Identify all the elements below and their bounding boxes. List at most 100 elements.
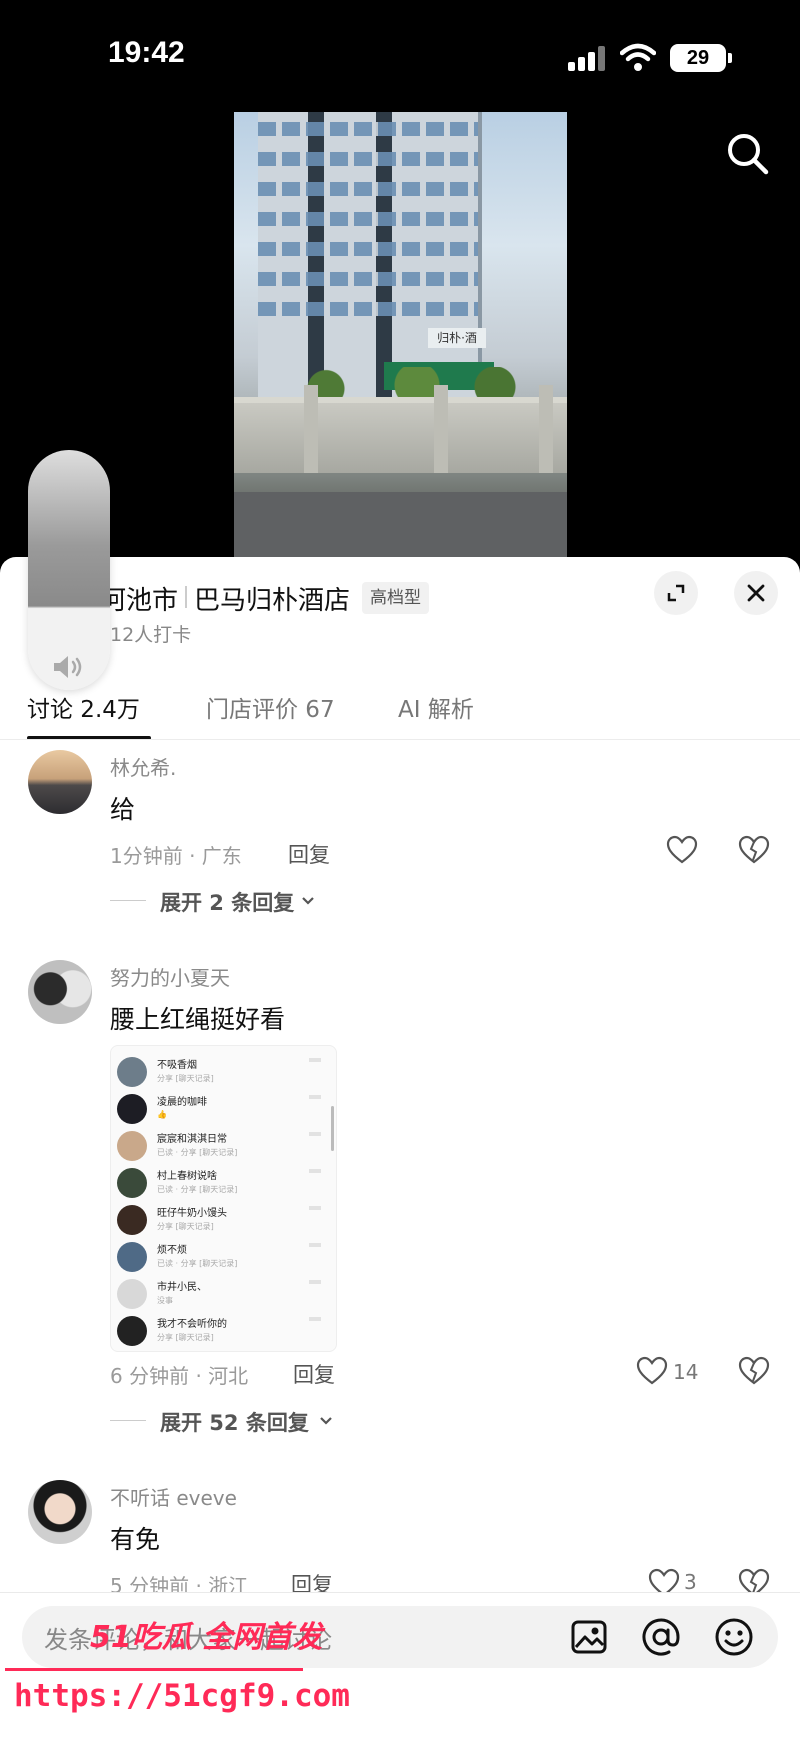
tab-discussion[interactable]: 讨论 2.4万	[27, 690, 140, 724]
screenshot-avatar	[117, 1131, 147, 1161]
avatar[interactable]	[28, 750, 92, 814]
close-button[interactable]	[734, 571, 778, 615]
hotel-grade-badge: 高档型	[362, 582, 429, 614]
screenshot-time	[309, 1280, 321, 1284]
screenshot-avatar	[117, 1205, 147, 1235]
emoji-icon[interactable]	[714, 1617, 754, 1657]
chevron-down-icon	[320, 1417, 332, 1425]
screenshot-chat-name: 宸宸和淇淇日常	[157, 1134, 227, 1145]
checkin-count: 12人打卡	[110, 624, 192, 646]
screenshot-chat-preview: 已读 · 分享 [聊天记录]	[157, 1148, 238, 1157]
reply-button[interactable]: 回复	[288, 839, 330, 869]
comment-time-region: 6 分钟前 · 河北	[110, 1364, 249, 1388]
expand-divider	[110, 1420, 146, 1421]
expand-replies-button[interactable]: 展开 52 条回复	[160, 1407, 309, 1437]
screenshot-chat-preview: 没事	[157, 1296, 173, 1305]
like-count: 14	[673, 1360, 699, 1384]
screenshot-chat-name: 村上春树说啥	[157, 1171, 217, 1182]
screenshot-time	[309, 1132, 321, 1136]
search-icon[interactable]	[724, 130, 772, 178]
video-sign: 归朴·酒	[428, 328, 486, 348]
speaker-icon[interactable]	[50, 652, 86, 682]
tabs-divider	[0, 739, 800, 740]
image-picker-icon[interactable]	[570, 1618, 608, 1656]
screenshot-chat-preview: 分享 [聊天记录]	[157, 1074, 214, 1083]
screenshot-avatar	[117, 1242, 147, 1272]
input-divider	[0, 1592, 800, 1593]
screenshot-avatar	[117, 1279, 147, 1309]
like-count: 3	[684, 1570, 697, 1592]
location-separator	[185, 586, 187, 608]
wifi-icon	[620, 43, 656, 71]
video-player[interactable]: 归朴·酒	[234, 112, 567, 557]
dislike-broken-heart-icon[interactable]	[738, 1356, 770, 1386]
screenshot-avatar	[117, 1094, 147, 1124]
screenshot-chat-preview: 已读 · 分享 [聊天记录]	[157, 1259, 238, 1268]
comment-text: 腰上红绳挺好看	[110, 1005, 286, 1034]
screenshot-avatar	[117, 1316, 147, 1346]
dislike-broken-heart-icon[interactable]	[738, 835, 770, 865]
tab-store-reviews[interactable]: 门店评价 67	[206, 690, 335, 724]
screenshot-chat-preview: 已读 · 分享 [聊天记录]	[157, 1185, 238, 1194]
watermark-url: https://51cgf9.com	[14, 1678, 350, 1714]
screenshot-chat-name: 市井小民、	[157, 1282, 207, 1293]
comment-username[interactable]: 林允希.	[110, 752, 176, 781]
close-icon	[747, 584, 765, 602]
like-heart-icon[interactable]	[666, 835, 698, 865]
screenshot-chat-row: 村上春树说啥已读 · 分享 [聊天记录]	[117, 1165, 329, 1201]
like-heart-icon[interactable]	[648, 1568, 680, 1592]
expand-button[interactable]	[654, 571, 698, 615]
screenshot-chat-name: 旺仔牛奶小馒头	[157, 1208, 227, 1219]
expand-divider	[110, 900, 146, 901]
video-road	[234, 492, 567, 557]
screenshot-chat-row: 不吸香烟分享 [聊天记录]	[117, 1054, 329, 1090]
screenshot-chat-name: 凌晨的咖啡	[157, 1097, 207, 1108]
screenshot-time	[309, 1243, 321, 1247]
screenshot-chat-name: 不吸香烟	[157, 1060, 197, 1071]
screenshot-time	[309, 1206, 321, 1210]
chevron-down-icon	[302, 897, 314, 905]
screenshot-scrollbar	[331, 1106, 334, 1151]
screenshot-time	[309, 1095, 321, 1099]
hotel-name[interactable]: 巴马归朴酒店	[194, 580, 350, 617]
watermark-underline	[5, 1668, 303, 1671]
comment-text: 有免	[110, 1525, 161, 1554]
screenshot-time	[309, 1058, 321, 1062]
like-heart-icon[interactable]	[636, 1356, 668, 1386]
screenshot-avatar	[117, 1168, 147, 1198]
reply-button[interactable]: 回复	[293, 1359, 335, 1389]
screenshot-time	[309, 1317, 321, 1321]
screenshot-avatar	[117, 1057, 147, 1087]
screenshot-chat-row: 宸宸和淇淇日常已读 · 分享 [聊天记录]	[117, 1128, 329, 1164]
mention-at-icon[interactable]	[641, 1617, 681, 1657]
battery-indicator: 29	[670, 44, 732, 72]
screenshot-chat-row: 我才不会听你的 分享 [聊天记录]	[117, 1313, 329, 1349]
expand-icon	[667, 584, 685, 602]
comment-time-region: 5 分钟前 · 浙江	[110, 1574, 249, 1592]
comment-username[interactable]: 不听话 eveve	[110, 1482, 237, 1511]
expand-replies-button[interactable]: 展开 2 条回复	[160, 887, 294, 917]
screenshot-chat-name: 烦不烦	[157, 1245, 187, 1256]
video-bridge-railing	[234, 385, 567, 473]
comment-time-region: 1分钟前 · 广东	[110, 844, 242, 868]
screenshot-chat-preview: 分享 [聊天记录]	[157, 1333, 214, 1342]
watermark-text: 51吃瓜 全网首发	[90, 1620, 323, 1655]
status-time: 19:42	[108, 36, 185, 69]
screenshot-time	[309, 1169, 321, 1173]
location-city[interactable]: 河池市	[100, 580, 178, 617]
dislike-broken-heart-icon[interactable]	[738, 1568, 770, 1592]
comment-image-attachment[interactable]: 不吸香烟分享 [聊天记录] 凌晨的咖啡 👍 宸宸和淇淇日常已读 · 分享 [聊天记…	[110, 1045, 337, 1352]
avatar[interactable]	[28, 960, 92, 1024]
comment-username[interactable]: 努力的小夏天	[110, 962, 230, 991]
screenshot-chat-row: 市井小民、 没事	[117, 1276, 329, 1312]
tab-ai-analysis[interactable]: AI 解析	[398, 690, 474, 724]
screenshot-chat-name: 我才不会听你的	[157, 1319, 227, 1330]
screenshot-chat-preview: 👍	[157, 1110, 167, 1119]
comment-text: 给	[110, 795, 136, 824]
cellular-signal-icon	[568, 45, 608, 71]
screenshot-chat-row: 凌晨的咖啡 👍	[117, 1091, 329, 1127]
screenshot-chat-preview: 分享 [聊天记录]	[157, 1222, 214, 1231]
screenshot-chat-row: 旺仔牛奶小馒头 分享 [聊天记录]	[117, 1202, 329, 1238]
reply-button[interactable]: 回复	[291, 1569, 333, 1592]
avatar[interactable]	[28, 1480, 92, 1544]
